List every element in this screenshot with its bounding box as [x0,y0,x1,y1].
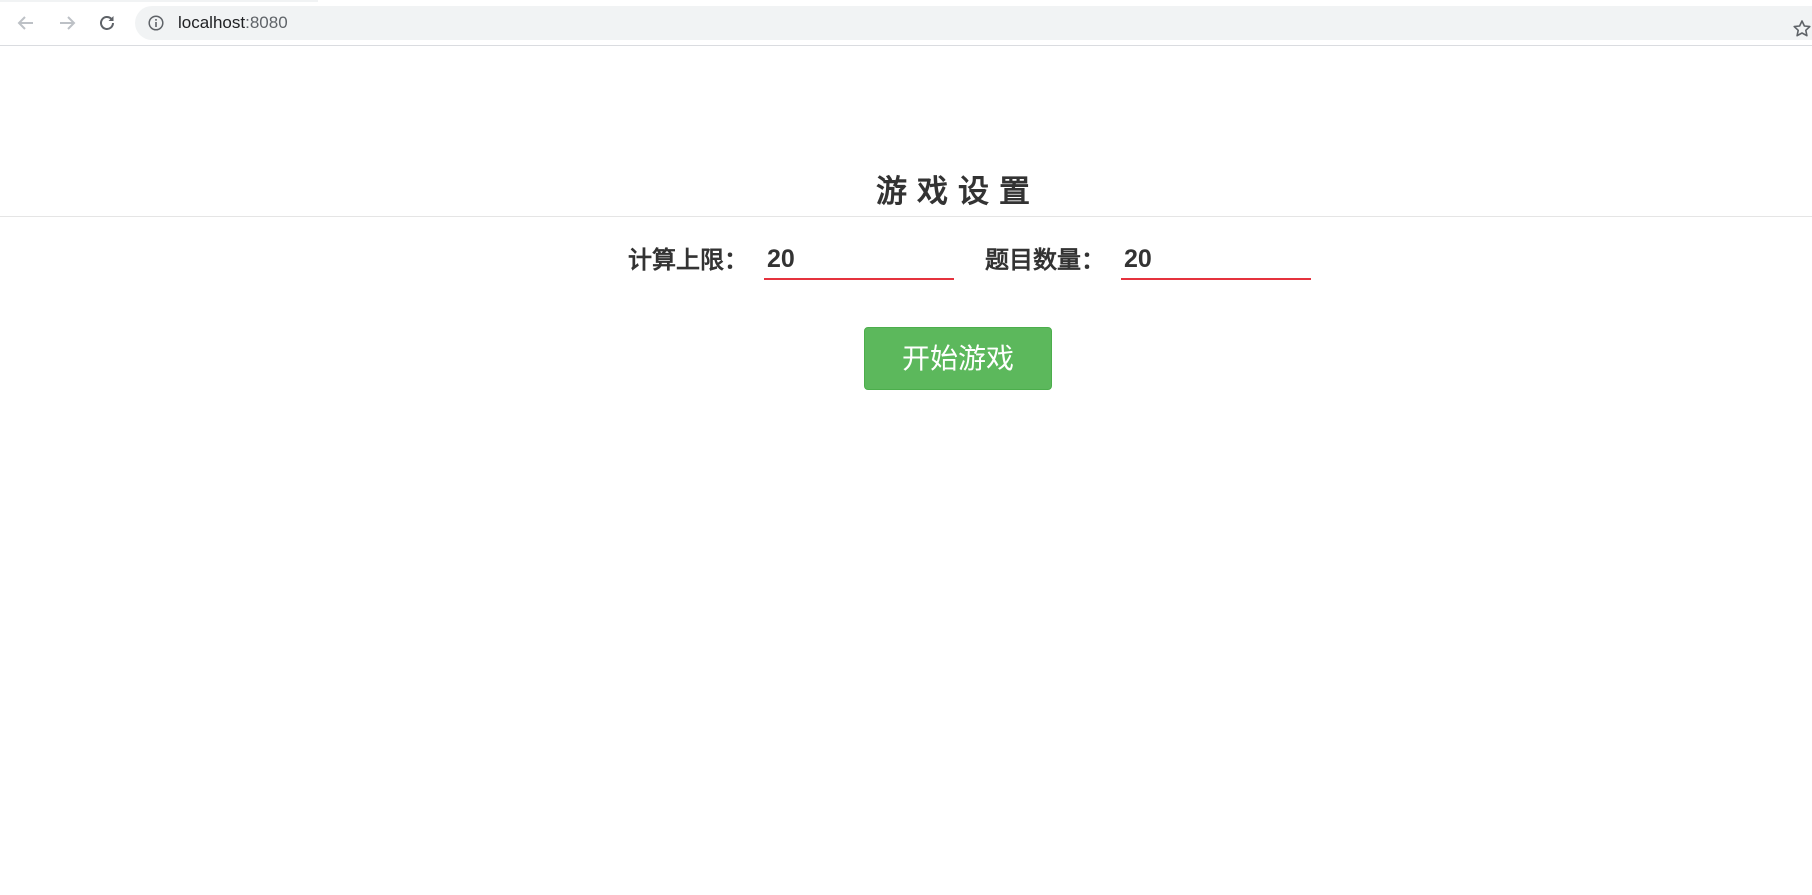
title-divider [0,216,1812,217]
url-host: localhost [178,13,246,32]
url-text[interactable]: localhost:8080 [178,13,288,33]
page-title: 游戏设置 [876,174,1040,210]
tab-strip [0,0,318,2]
star-icon[interactable] [1792,19,1812,39]
calc-limit-label: 计算上限： [628,246,748,274]
question-count-label: 题目数量： [985,246,1105,274]
game-settings-page: 游戏设置 计算上限： 题目数量： 开始游戏 [0,46,1812,895]
reload-icon [100,16,114,30]
browser-toolbar: localhost:8080 [0,0,1812,46]
question-count-input[interactable] [1121,242,1311,280]
calc-limit-input[interactable] [764,242,954,280]
info-icon[interactable] [148,15,164,31]
question-count-field: 题目数量： [985,240,1311,280]
address-bar[interactable]: localhost:8080 [135,6,1812,40]
back-arrow-icon [17,16,33,30]
forward-arrow-icon [60,16,76,30]
start-game-button[interactable]: 开始游戏 [864,327,1052,390]
forward-button[interactable] [54,10,80,36]
url-port: :8080 [245,13,288,32]
back-button[interactable] [13,10,39,36]
reload-button[interactable] [94,10,120,36]
calc-limit-field: 计算上限： [628,240,954,280]
